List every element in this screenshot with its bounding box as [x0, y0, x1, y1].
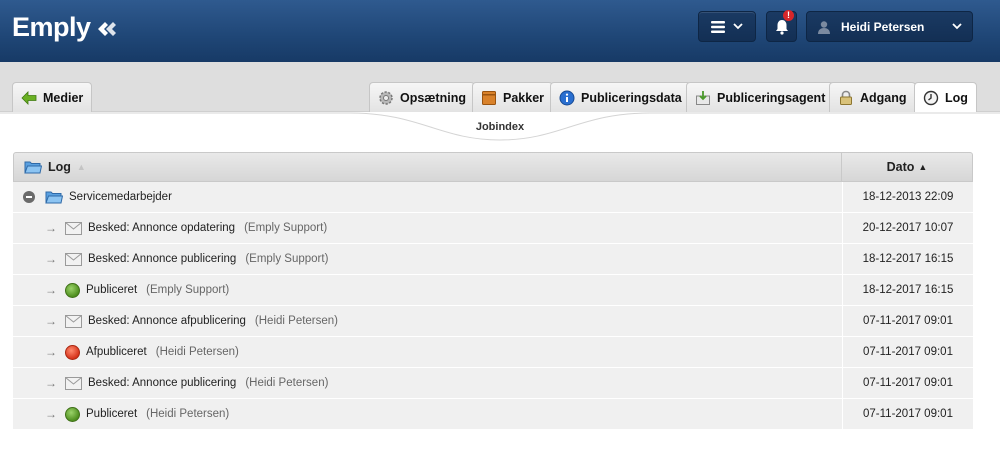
- mail-icon: [65, 314, 82, 328]
- emply-logo[interactable]: Emply: [12, 12, 119, 43]
- tab-label: Publiceringsagent: [717, 90, 826, 105]
- folder-date: 18-12-2013 22:09: [862, 191, 954, 203]
- tab-log[interactable]: Log: [914, 82, 977, 113]
- folder-icon: [45, 191, 63, 204]
- user-name: Heidi Petersen: [841, 19, 925, 34]
- tab-strip: Medier Opsætning Pakker Publiceringsdata…: [0, 62, 1000, 113]
- child-arrow-icon: →: [45, 283, 57, 297]
- log-text: Besked: Annonce publicering: [88, 377, 237, 389]
- package-icon: [481, 90, 497, 106]
- tab-label: Publiceringsdata: [581, 90, 682, 105]
- log-text: Publiceret: [86, 284, 138, 296]
- top-header: Emply ! Heidi Petersen: [0, 0, 1000, 62]
- child-arrow-icon: →: [45, 314, 57, 328]
- log-date: 07-11-2017 09:01: [863, 377, 953, 389]
- sort-inactive-icon: ▲: [76, 162, 86, 172]
- log-text: Publiceret: [86, 408, 138, 420]
- child-arrow-icon: →: [45, 407, 57, 421]
- log-row[interactable]: → Besked: Annonce publicering (Heidi Pet…: [13, 368, 973, 399]
- folder-label: Servicemedarbejder: [69, 191, 172, 203]
- lock-icon: [838, 90, 854, 106]
- status-red-icon: [65, 344, 80, 360]
- logo-mark-icon: [97, 21, 116, 36]
- log-date: 07-11-2017 09:01: [863, 408, 953, 420]
- log-date: 18-12-2017 16:15: [862, 253, 954, 265]
- log-row[interactable]: → Besked: Annonce afpublicering (Heidi P…: [13, 306, 973, 337]
- log-author: (Emply Support): [146, 284, 230, 296]
- tab-label: Adgang: [860, 90, 907, 105]
- tab-adgang[interactable]: Adgang: [829, 82, 916, 112]
- hamburger-icon: [711, 20, 725, 33]
- folder-open-icon: [24, 161, 42, 174]
- log-text: Besked: Annonce afpublicering: [88, 315, 246, 327]
- log-text: Besked: Annonce opdatering: [88, 222, 236, 234]
- log-row[interactable]: → Publiceret (Emply Support) 18-12-2017 …: [13, 275, 973, 306]
- log-author: (Emply Support): [245, 253, 329, 265]
- log-column-header[interactable]: Log ▲: [14, 153, 842, 181]
- child-arrow-icon: →: [45, 345, 57, 359]
- tab-pakker[interactable]: Pakker: [472, 82, 554, 112]
- clock-icon: [923, 90, 939, 106]
- log-row[interactable]: → Besked: Annonce publicering (Emply Sup…: [13, 244, 973, 275]
- log-date: 07-11-2017 09:01: [863, 346, 953, 358]
- sort-ascending-icon: ▲: [918, 162, 928, 172]
- mail-icon: [65, 376, 82, 390]
- child-arrow-icon: →: [45, 376, 57, 390]
- log-row[interactable]: → Besked: Annonce opdatering (Emply Supp…: [13, 213, 973, 244]
- date-column-header[interactable]: Dato ▲: [842, 153, 972, 181]
- log-row[interactable]: → Afpubliceret (Heidi Petersen) 07-11-20…: [13, 337, 973, 368]
- status-green-icon: [65, 406, 80, 422]
- info-icon: [559, 90, 575, 106]
- log-column-label: Log: [48, 160, 71, 174]
- notification-badge: !: [783, 10, 794, 21]
- chevron-down-icon: [952, 23, 962, 30]
- log-author: (Heidi Petersen): [146, 408, 230, 420]
- log-author: (Heidi Petersen): [155, 346, 239, 358]
- user-menu-button[interactable]: Heidi Petersen: [806, 11, 973, 42]
- mail-icon: [65, 221, 82, 235]
- chevron-down-icon: [733, 23, 743, 30]
- tab-opsaetning[interactable]: Opsætning: [369, 82, 475, 112]
- log-author: (Heidi Petersen): [254, 315, 339, 327]
- tab-publiceringsdata[interactable]: Publiceringsdata: [550, 82, 691, 112]
- log-author: (Heidi Petersen): [245, 377, 329, 389]
- mail-icon: [65, 252, 82, 266]
- logo-text: Emply: [12, 12, 91, 42]
- agent-icon: [695, 90, 711, 106]
- log-row[interactable]: → Publiceret (Heidi Petersen) 07-11-2017…: [13, 399, 973, 430]
- log-date: 18-12-2017 16:15: [862, 284, 954, 296]
- child-arrow-icon: →: [45, 221, 57, 235]
- tab-label: Log: [945, 91, 968, 105]
- log-text: Besked: Annonce publicering: [88, 253, 237, 265]
- status-green-icon: [65, 282, 80, 298]
- table-header: Log ▲ Dato ▲: [13, 152, 973, 182]
- notifications-button[interactable]: !: [766, 10, 797, 42]
- collapse-icon[interactable]: [23, 191, 35, 203]
- gear-icon: [378, 90, 394, 106]
- tab-label: Opsætning: [400, 90, 466, 105]
- log-date: 07-11-2017 09:01: [863, 315, 953, 327]
- back-arrow-icon: [21, 90, 37, 106]
- log-author: (Emply Support): [244, 222, 328, 234]
- tab-label: Pakker: [503, 90, 545, 105]
- back-label: Medier: [43, 90, 84, 105]
- date-column-label: Dato: [886, 160, 915, 174]
- child-arrow-icon: →: [45, 252, 57, 266]
- main-menu-button[interactable]: [698, 11, 756, 42]
- user-avatar-icon: [818, 20, 830, 34]
- log-table: Log ▲ Dato ▲ Servicemedarbejder 18-12-20…: [13, 152, 973, 430]
- tab-publiceringsagent[interactable]: Publiceringsagent: [686, 82, 835, 112]
- log-text: Afpubliceret: [86, 346, 147, 358]
- back-to-medier-button[interactable]: Medier: [12, 82, 93, 112]
- channel-name: Jobindex: [475, 121, 525, 133]
- log-date: 20-12-2017 10:07: [862, 222, 954, 234]
- folder-row[interactable]: Servicemedarbejder 18-12-2013 22:09: [13, 182, 973, 213]
